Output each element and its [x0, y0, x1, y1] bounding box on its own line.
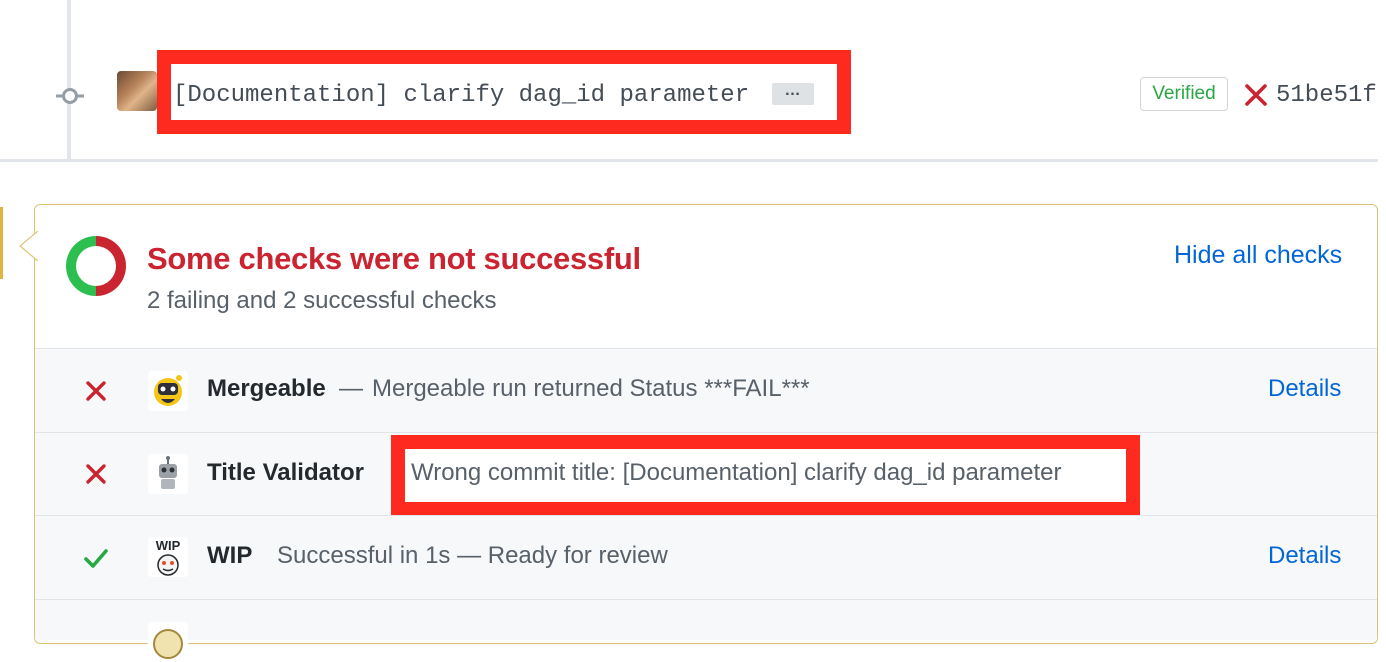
title-validator-bot-avatar[interactable]: [148, 454, 188, 494]
x-icon: [86, 464, 106, 484]
timeline-divider: [0, 159, 1378, 162]
check-description: Successful in 1s — Ready for review: [277, 542, 668, 569]
check-description: Mergeable run returned Status ***FAIL***: [372, 375, 810, 402]
status-marker: [0, 207, 3, 279]
x-icon: [86, 381, 106, 401]
check-name: Title Validator: [207, 459, 364, 486]
check-row-partial: [35, 599, 1377, 662]
wip-bot-avatar[interactable]: WIP: [148, 537, 188, 577]
card-caret: [19, 231, 38, 261]
check-row-wip: WIP WIP Successful in 1s — Ready for rev…: [35, 515, 1377, 600]
details-link[interactable]: Details: [1268, 373, 1341, 405]
hide-all-checks-link[interactable]: Hide all checks: [1174, 239, 1342, 271]
check-separator: —: [339, 375, 363, 402]
checks-donut-icon: [66, 236, 126, 296]
check-row-mergeable: Mergeable — Mergeable run returned Statu…: [35, 348, 1377, 433]
x-icon[interactable]: [1243, 82, 1269, 108]
check-name: WIP: [207, 542, 253, 569]
git-commit-icon: [56, 88, 84, 104]
checks-headline: Some checks were not successful: [147, 241, 641, 276]
author-avatar[interactable]: [117, 71, 157, 111]
check-name: Mergeable: [207, 375, 326, 402]
details-link[interactable]: Details: [1268, 540, 1341, 572]
check-icon: [84, 549, 108, 568]
timeline-line: [67, 0, 71, 160]
commit-title-link[interactable]: [Documentation] clarify dag_id parameter: [173, 80, 749, 112]
checks-summary: 2 failing and 2 successful checks: [147, 287, 497, 314]
svg-text:WIP: WIP: [156, 538, 181, 553]
commit-sha-link[interactable]: 51be51f: [1276, 80, 1377, 112]
check-description: Wrong commit title: [Documentation] clar…: [411, 459, 1062, 486]
verified-badge[interactable]: Verified: [1140, 77, 1228, 111]
expand-commit-message-button[interactable]: …: [772, 83, 814, 105]
mergeable-bot-avatar[interactable]: [148, 371, 188, 411]
bot-avatar: [148, 622, 188, 662]
